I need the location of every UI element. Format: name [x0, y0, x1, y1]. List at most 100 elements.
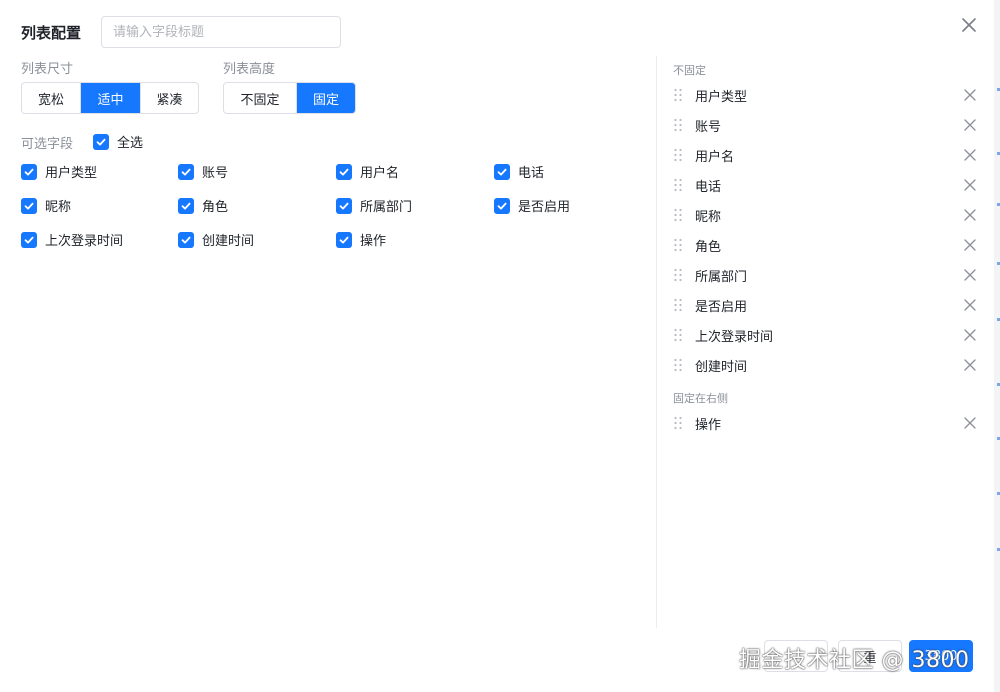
column-name: 操作 [695, 417, 722, 433]
checkbox-checked-icon [21, 231, 37, 248]
drag-handle-icon [674, 268, 682, 282]
column-order-panel: 不固定 用户类型 账号 用户名 电话 昵称 角色 所属部门 是否启用 上次登录时… [657, 56, 1000, 628]
fixed-right-section-label: 固定在右侧 [673, 392, 728, 405]
column-row[interactable]: 是否启用 [673, 290, 977, 320]
column-name: 是否启用 [695, 299, 748, 315]
checkbox-checked-icon [494, 163, 510, 180]
field-checkbox-phone[interactable]: 电话 [494, 162, 544, 181]
field-checkbox-created-time[interactable]: 创建时间 [178, 230, 254, 249]
size-option-medium[interactable]: 适中 [81, 83, 141, 113]
field-label: 账号 [202, 166, 229, 181]
drag-handle-icon [674, 358, 682, 372]
checkbox-checked-icon [178, 163, 194, 180]
column-row[interactable]: 角色 [673, 230, 977, 260]
column-name: 用户名 [695, 149, 735, 165]
remove-column-icon[interactable] [963, 416, 977, 430]
unfixed-section-label: 不固定 [673, 64, 706, 77]
remove-column-icon[interactable] [963, 148, 977, 162]
column-row[interactable]: 昵称 [673, 200, 977, 230]
height-option-fixed[interactable]: 固定 [297, 83, 355, 113]
checkbox-checked-icon [178, 231, 194, 248]
remove-column-icon[interactable] [963, 328, 977, 342]
height-option-unfixed[interactable]: 不固定 [224, 83, 297, 113]
height-label: 列表高度 [223, 62, 276, 77]
field-checkbox-enabled[interactable]: 是否启用 [494, 196, 570, 215]
dialog-title: 列表配置 [21, 24, 82, 42]
drag-handle-icon [674, 238, 682, 252]
column-name: 创建时间 [695, 359, 748, 375]
drag-handle-icon [674, 208, 682, 222]
column-name: 角色 [695, 239, 722, 255]
field-checkbox-username[interactable]: 用户名 [336, 162, 399, 181]
field-checkbox-nickname[interactable]: 昵称 [21, 196, 71, 215]
select-all-checkbox[interactable]: 全选 [93, 132, 143, 151]
select-all-label: 全选 [117, 136, 144, 151]
field-checkbox-role[interactable]: 角色 [178, 196, 228, 215]
drag-handle-icon [674, 328, 682, 342]
column-row[interactable]: 账号 [673, 110, 977, 140]
column-name: 电话 [695, 179, 722, 195]
drag-handle-icon [674, 416, 682, 430]
column-row[interactable]: 创建时间 [673, 350, 977, 380]
field-label: 上次登录时间 [45, 234, 124, 249]
close-icon [962, 18, 976, 32]
remove-column-icon[interactable] [963, 298, 977, 312]
column-row[interactable]: 操作 [673, 408, 977, 438]
field-label: 用户名 [360, 166, 400, 181]
remove-column-icon[interactable] [963, 358, 977, 372]
remove-column-icon[interactable] [963, 238, 977, 252]
config-panel: 列表尺寸 宽松 适中 紧凑 列表高度 不固定 固定 可选字段 全选 用户类型 账… [0, 56, 656, 628]
field-checkbox-department[interactable]: 所属部门 [336, 196, 412, 215]
column-row[interactable]: 所属部门 [673, 260, 977, 290]
checkbox-checked-icon [336, 163, 352, 180]
remove-column-icon[interactable] [963, 268, 977, 282]
column-name: 昵称 [695, 209, 722, 225]
field-label: 所属部门 [360, 200, 413, 215]
dialog-header: 列表配置 [0, 0, 1000, 56]
field-label: 是否启用 [518, 200, 571, 215]
height-segmented-control: 不固定 固定 [223, 82, 356, 114]
size-option-compact[interactable]: 紧凑 [141, 83, 198, 113]
checkbox-checked-icon [178, 197, 194, 214]
column-name: 账号 [695, 119, 722, 135]
column-row[interactable]: 上次登录时间 [673, 320, 977, 350]
column-row[interactable]: 用户类型 [673, 80, 977, 110]
checkbox-checked-icon [336, 197, 352, 214]
field-label: 用户类型 [45, 166, 98, 181]
remove-column-icon[interactable] [963, 178, 977, 192]
remove-column-icon[interactable] [963, 118, 977, 132]
size-label: 列表尺寸 [21, 62, 74, 77]
drag-handle-icon [674, 298, 682, 312]
field-label: 电话 [518, 166, 545, 181]
watermark: 掘金技术社区 @ 3800 [739, 648, 970, 673]
size-segmented-control: 宽松 适中 紧凑 [21, 82, 199, 114]
remove-column-icon[interactable] [963, 208, 977, 222]
field-checkbox-actions[interactable]: 操作 [336, 230, 386, 249]
checkbox-checked-icon [93, 133, 109, 150]
close-button[interactable] [958, 14, 980, 36]
checkbox-checked-icon [21, 197, 37, 214]
column-row[interactable]: 电话 [673, 170, 977, 200]
size-option-loose[interactable]: 宽松 [22, 83, 81, 113]
fields-label: 可选字段 [21, 137, 74, 152]
column-name: 所属部门 [695, 269, 748, 285]
drag-handle-icon [674, 148, 682, 162]
column-name: 上次登录时间 [695, 329, 774, 345]
field-label: 角色 [202, 200, 229, 215]
column-row[interactable]: 用户名 [673, 140, 977, 170]
field-search-input[interactable] [101, 16, 341, 48]
remove-column-icon[interactable] [963, 88, 977, 102]
field-checkbox-account[interactable]: 账号 [178, 162, 228, 181]
drag-handle-icon [674, 118, 682, 132]
drag-handle-icon [674, 88, 682, 102]
column-name: 用户类型 [695, 89, 748, 105]
field-checkbox-last-login[interactable]: 上次登录时间 [21, 230, 123, 249]
drag-handle-icon [674, 178, 682, 192]
field-label: 创建时间 [202, 234, 255, 249]
checkbox-checked-icon [494, 197, 510, 214]
checkbox-checked-icon [336, 231, 352, 248]
field-label: 操作 [360, 234, 387, 249]
field-label: 昵称 [45, 200, 72, 215]
checkbox-checked-icon [21, 163, 37, 180]
field-checkbox-user-type[interactable]: 用户类型 [21, 162, 97, 181]
